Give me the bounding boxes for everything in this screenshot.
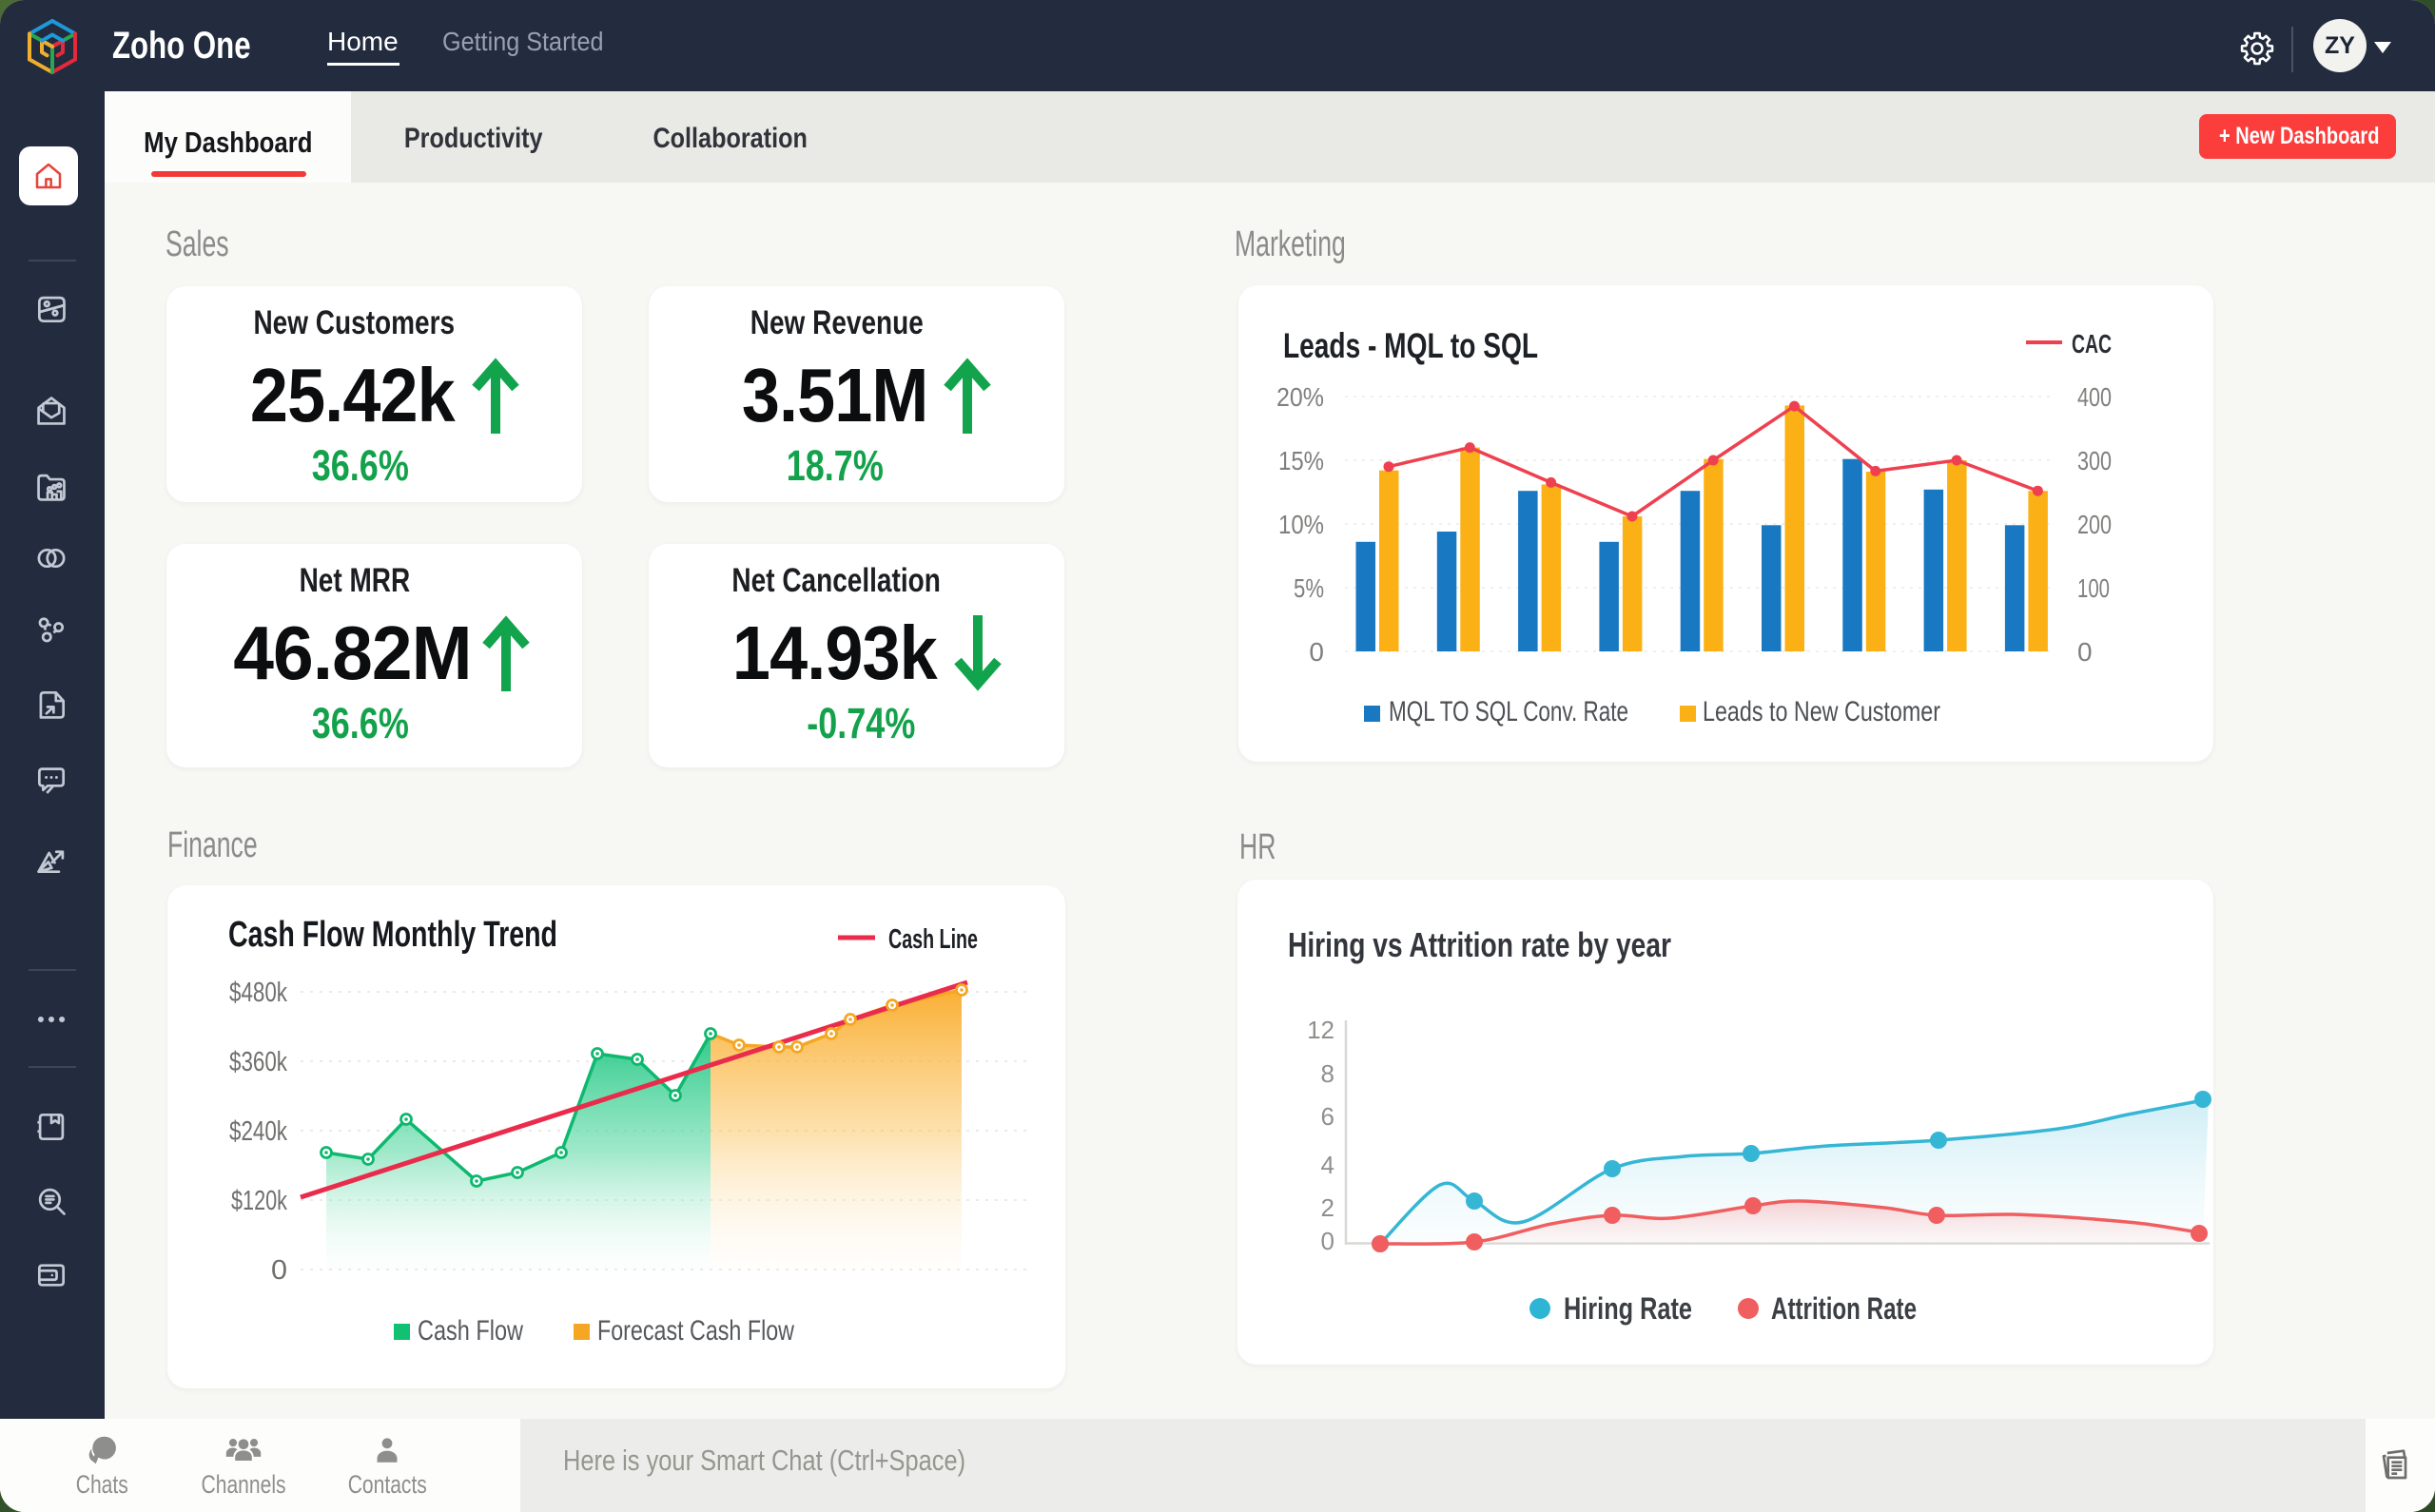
svg-text:20%: 20% xyxy=(1276,382,1324,412)
svg-text:$240k: $240k xyxy=(229,1116,287,1147)
svg-text:5%: 5% xyxy=(1294,573,1324,603)
svg-text:0: 0 xyxy=(271,1255,287,1286)
svg-text:Hiring vs Attrition rate by ye: Hiring vs Attrition rate by year xyxy=(1288,925,1671,964)
svg-text:$480k: $480k xyxy=(229,978,287,1008)
svg-text:Leads to New Customer: Leads to New Customer xyxy=(1703,696,1940,727)
svg-text:0: 0 xyxy=(1309,637,1324,667)
svg-text:CAC: CAC xyxy=(2072,329,2112,359)
svg-text:8: 8 xyxy=(1321,1059,1334,1088)
svg-text:Forecast Cash Flow: Forecast Cash Flow xyxy=(597,1315,794,1347)
svg-text:MQL TO SQL Conv. Rate: MQL TO SQL Conv. Rate xyxy=(1389,696,1628,727)
svg-text:Hiring Rate: Hiring Rate xyxy=(1564,1291,1692,1326)
svg-text:300: 300 xyxy=(2077,446,2112,475)
svg-text:15%: 15% xyxy=(1278,446,1324,475)
svg-text:$360k: $360k xyxy=(229,1047,287,1077)
svg-text:200: 200 xyxy=(2077,510,2112,539)
svg-text:Leads - MQL to SQL: Leads - MQL to SQL xyxy=(1283,326,1538,365)
svg-text:Cash Flow: Cash Flow xyxy=(418,1315,523,1347)
svg-text:100: 100 xyxy=(2077,573,2110,603)
svg-text:6: 6 xyxy=(1321,1102,1334,1131)
svg-text:400: 400 xyxy=(2077,382,2112,412)
svg-text:Cash Line: Cash Line xyxy=(888,924,978,955)
svg-text:4: 4 xyxy=(1321,1151,1334,1179)
svg-text:Attrition Rate: Attrition Rate xyxy=(1771,1291,1917,1326)
svg-text:12: 12 xyxy=(1307,1016,1334,1044)
svg-text:0: 0 xyxy=(2077,637,2093,667)
svg-text:$120k: $120k xyxy=(231,1186,287,1216)
svg-text:Cash Flow Monthly Trend: Cash Flow Monthly Trend xyxy=(228,915,557,955)
svg-text:10%: 10% xyxy=(1278,510,1324,539)
svg-text:0: 0 xyxy=(1321,1227,1334,1255)
svg-text:2: 2 xyxy=(1321,1193,1334,1222)
